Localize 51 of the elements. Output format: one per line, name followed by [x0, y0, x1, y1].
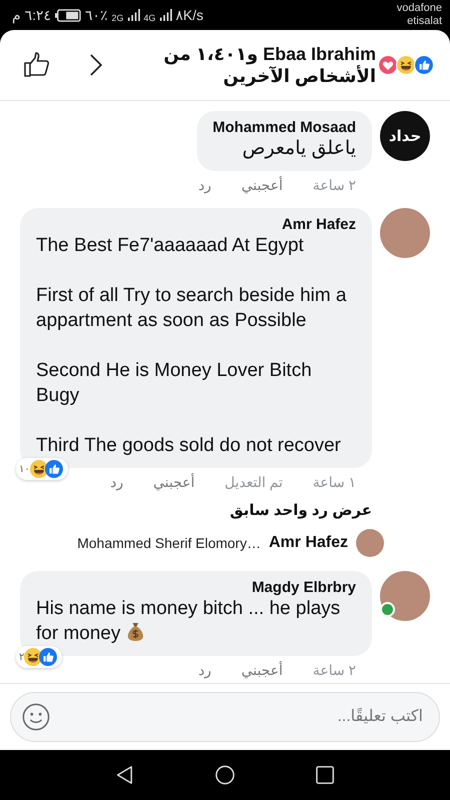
like-reaction-icon [44, 460, 63, 478]
comment-text: ياعلق يامعرص [241, 137, 356, 161]
laughing-face-icon [396, 55, 416, 75]
like-link[interactable]: أعجبني [241, 662, 283, 679]
avatar-logo[interactable]: حداد [380, 111, 430, 161]
like-reaction-icon [39, 648, 58, 666]
reply-link[interactable]: رد [198, 177, 212, 194]
recent-apps-icon[interactable] [315, 765, 335, 785]
reply-link[interactable]: رد [110, 474, 124, 491]
heart-reaction-icon [378, 55, 398, 75]
reply-preview-text[interactable]: Mohammed Sherif Elomory… [77, 535, 261, 551]
emoji-smiley-icon[interactable] [22, 703, 50, 731]
comment-input-field[interactable]: اكتب تعليقًا... [10, 692, 440, 742]
battery-percent-text: ٦٠٪ [85, 6, 108, 24]
like-link[interactable]: أعجبني [241, 177, 283, 194]
carrier-name: vodafone [396, 2, 442, 15]
network-type-text: 2G [112, 12, 124, 22]
avatar-photo-placeholder[interactable] [356, 529, 384, 557]
comment-author[interactable]: Mohammed Mosaad [212, 119, 356, 136]
reaction-count-badge[interactable]: ٢ [16, 646, 62, 668]
money-bag-icon [126, 621, 146, 642]
carrier-name: etisalat [407, 15, 442, 28]
back-icon[interactable] [115, 765, 135, 785]
laughing-face-icon [30, 460, 48, 478]
like-link[interactable]: أعجبني [153, 474, 195, 491]
edited-label: تم التعديل [224, 474, 283, 491]
comment-time: ٢ ساعة [312, 662, 356, 679]
signal-icon [160, 9, 172, 21]
previous-replies-link[interactable]: عرض رد واحد سابق [230, 501, 372, 519]
comment-text: The Best Fe7'aaaaaad At Egypt First of all Try to search beside him a appartment as soon as Possible Second He is Money Lover Bitch Bugy Third The goods sold do not recover [36, 234, 348, 458]
network-speed-text: ٨K/s [176, 6, 204, 24]
comment-time: ١ ساعة [312, 474, 356, 491]
avatar-photo-placeholder[interactable] [380, 571, 430, 621]
thumbs-up-icon[interactable] [24, 52, 50, 78]
comment-text: His name is money bitch ... he plays for money [36, 597, 342, 646]
comment-author[interactable]: Amr Hafez [282, 216, 356, 233]
like-reaction-icon [414, 55, 434, 75]
home-icon[interactable] [215, 765, 235, 785]
chevron-right-icon[interactable] [90, 54, 102, 76]
avatar-photo-placeholder[interactable] [380, 208, 430, 258]
reactions-title[interactable]: Ebaa Ibrahim و١،٤٠١ من الأشخاص الآخرين [150, 43, 376, 87]
reply-author[interactable]: Amr Hafez [268, 534, 348, 552]
network-type-text: 4G [144, 12, 156, 22]
comment-time: ٢ ساعة [312, 177, 356, 194]
reaction-count-badge[interactable]: ١٠ [16, 458, 68, 480]
reply-link[interactable]: رد [198, 662, 212, 679]
laughing-face-icon [24, 648, 42, 666]
clock-text: ٦:٢٤ م [12, 6, 52, 24]
comment-author[interactable]: Magdy Elbrbry [252, 579, 356, 596]
battery-icon [55, 8, 82, 22]
signal-icon [128, 9, 140, 21]
